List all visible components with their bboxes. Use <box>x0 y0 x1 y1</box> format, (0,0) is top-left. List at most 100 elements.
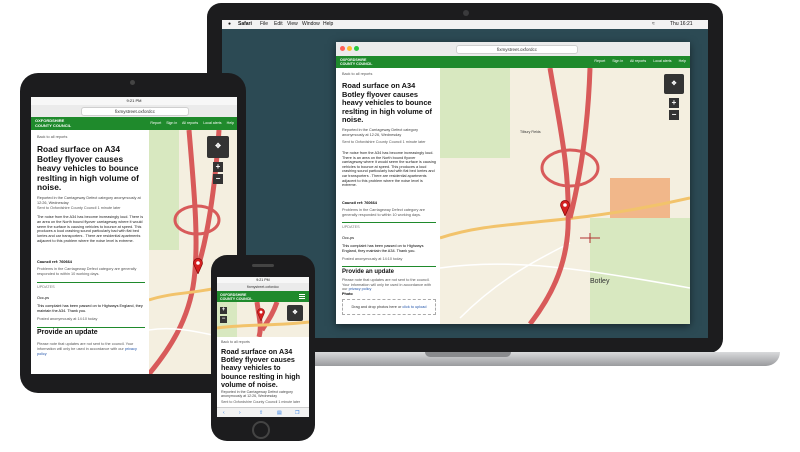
tablet-nav-report[interactable]: Report <box>150 121 161 125</box>
privacy-link[interactable]: privacy policy <box>349 287 372 291</box>
nav-all-reports[interactable]: All reports <box>630 59 646 63</box>
tablet-map-pin[interactable] <box>193 258 203 275</box>
map-pin[interactable] <box>560 200 570 217</box>
map-zoom-out[interactable]: − <box>669 110 679 120</box>
apple-icon[interactable]: ● <box>228 20 231 29</box>
back-arrow-icon[interactable]: ‹ <box>223 408 225 417</box>
tablet-nav-signin[interactable]: Sign in <box>166 121 177 125</box>
tablet-problems-note: Problems in the Carriageway Defect categ… <box>37 267 137 276</box>
map[interactable]: Botley Tilbury Fields ✥ + − <box>440 68 690 324</box>
phone-council-logo[interactable]: OXFORDSHIRE COUNTY COUNCIL <box>220 293 252 301</box>
menu-view[interactable]: View <box>287 20 298 29</box>
phone-logo-line-2: COUNTY COUNCIL <box>220 296 253 301</box>
tablet-report-sidebar: Back to all reports Road surface on A34 … <box>31 130 149 374</box>
update-text: This complaint has been passed on to Hig… <box>342 244 424 253</box>
tablet-site-nav: Report Sign in All reports Local alerts … <box>150 121 234 125</box>
minimize-dot[interactable] <box>347 46 352 51</box>
report-sidebar: Back to all reports Road surface on A34 … <box>336 68 440 324</box>
map-pan-control[interactable]: ✥ <box>664 74 684 94</box>
tablet-council-logo[interactable]: OXFORDSHIRE COUNTY COUNCIL <box>35 118 72 128</box>
upload-link[interactable]: click to upload <box>402 305 426 309</box>
phone-address-bar[interactable]: fixmystreet.oxfordcc <box>217 284 309 290</box>
tablet-map-zoom-out[interactable]: − <box>213 174 223 184</box>
report-body: The noise from the A34 has become increa… <box>342 151 436 188</box>
map-zoom-in[interactable]: + <box>669 98 679 108</box>
tablet-logo-line-2: COUNTY COUNCIL <box>35 122 72 128</box>
phone-report-sent: Sent to Oxfordshire County Council 1 min… <box>221 400 301 404</box>
tablet-report-sent: Sent to Oxfordshire County Council 1 min… <box>37 206 121 210</box>
logo-line-2: COUNTY COUNCIL <box>340 62 373 66</box>
tablet-map-pan-control[interactable]: ✥ <box>207 136 229 158</box>
provide-update-heading: Provide an update <box>342 266 436 275</box>
phone-map-pin[interactable] <box>257 308 265 322</box>
tablet-map-zoom-in[interactable]: + <box>213 162 223 172</box>
laptop-notch <box>425 352 511 357</box>
phone-screen: 9:21 PM fixmystreet.oxfordcc OXFORDSHIRE… <box>217 277 309 417</box>
bookmarks-icon[interactable]: ▤ <box>277 408 282 417</box>
nav-signin[interactable]: Sign in <box>612 59 623 63</box>
phone-map[interactable]: ✥ + − <box>217 302 309 337</box>
address-bar[interactable]: fixmystreet.oxfordcc <box>456 45 578 54</box>
update-posted: Posted anonymously at 14:10 today <box>342 257 403 261</box>
tablet-report-title: Road surface on A34 Botley flyover cause… <box>37 144 139 193</box>
phone-map-zoom-in[interactable]: + <box>220 307 227 314</box>
share-icon[interactable]: ⇧ <box>259 408 263 417</box>
zoom-dot[interactable] <box>354 46 359 51</box>
site-header: OXFORDSHIRE COUNTY COUNCIL Report Sign i… <box>336 56 690 68</box>
phone-clock: 9:21 PM <box>256 278 270 282</box>
tablet-status-bar: 9:21 PM <box>31 97 237 105</box>
tablet-update-text: This complaint has been passed on to Hig… <box>37 304 143 313</box>
nav-local-alerts[interactable]: Local alerts <box>653 59 671 63</box>
phone-speaker <box>252 264 274 267</box>
forward-arrow-icon[interactable]: › <box>239 408 241 417</box>
menu-help[interactable]: Help <box>323 20 333 29</box>
phone-back-link[interactable]: Back to all reports <box>221 340 250 344</box>
wifi-icon: ≈ <box>652 21 655 27</box>
back-link[interactable]: Back to all reports <box>342 72 372 77</box>
tablet-nav-all-reports[interactable]: All reports <box>182 121 198 125</box>
nav-help[interactable]: Help <box>679 59 686 63</box>
phone-report-title: Road surface on A34 Botley flyover cause… <box>221 347 301 389</box>
menu-clock: Thu 16:21 <box>670 21 693 27</box>
tablet-nav-local-alerts[interactable]: Local alerts <box>203 121 221 125</box>
photo-dropzone[interactable]: Drag and drop photos here or click to up… <box>342 299 436 315</box>
phone-map-pan-control[interactable]: ✥ <box>287 305 303 321</box>
tablet-camera <box>130 80 135 85</box>
tablet-back-link[interactable]: Back to all reports <box>37 135 67 140</box>
menu-app[interactable]: Safari <box>238 20 252 29</box>
nav-report[interactable]: Report <box>594 59 605 63</box>
close-dot[interactable] <box>340 46 345 51</box>
phone-safari-bottom-bar: ‹ › ⇧ ▤ ❐ <box>217 407 309 417</box>
tablet-provide-update-heading: Provide an update <box>37 327 145 336</box>
tablet-update-title: Occ-ps <box>37 296 50 300</box>
photo-label: Photo <box>342 292 353 296</box>
safari-window: fixmystreet.oxfordcc OXFORDSHIRE COUNTY … <box>336 42 690 324</box>
menu-file[interactable]: File <box>260 20 268 29</box>
problems-note: Problems in the Carriageway Defect categ… <box>342 208 425 217</box>
menu-edit[interactable]: Edit <box>274 20 283 29</box>
phone-map-zoom-out[interactable]: − <box>220 316 227 323</box>
report-title: Road surface on A34 Botley flyover cause… <box>342 81 432 125</box>
update-note: Please note that updates are not sent to… <box>342 278 436 292</box>
hamburger-menu-icon[interactable] <box>299 294 305 299</box>
place-label-tilbury: Tilbury Fields <box>520 130 541 134</box>
council-ref: Council ref: 760664 <box>342 201 377 205</box>
laptop-camera <box>463 10 469 16</box>
tablet-update-note: Please note that updates are not sent to… <box>37 342 145 356</box>
tablet-address-bar[interactable]: fixmystreet.oxfordcc <box>81 107 189 116</box>
drop-text: Drag and drop photos here or <box>351 305 402 309</box>
menu-window[interactable]: Window <box>302 20 320 29</box>
tablet-screen: 9:21 PM fixmystreet.oxfordcc OXFORDSHIRE… <box>31 97 237 374</box>
tablet-update-posted: Posted anonymously at 14:10 today <box>37 317 98 321</box>
tablet-nav-help[interactable]: Help <box>227 121 234 125</box>
mac-menu-bar: ● Safari File Edit View Window Help ≈ Th… <box>222 20 708 29</box>
site-nav: Report Sign in All reports Local alerts … <box>594 59 686 63</box>
phone-site-header: OXFORDSHIRE COUNTY COUNCIL <box>217 291 309 302</box>
tablet-site-header: OXFORDSHIRE COUNTY COUNCIL Report Sign i… <box>31 117 237 130</box>
phone-home-button[interactable] <box>252 421 270 439</box>
council-logo[interactable]: OXFORDSHIRE COUNTY COUNCIL <box>340 58 372 66</box>
tablet-updates-label: UPDATES <box>37 282 145 290</box>
report-sent: Sent to Oxfordshire County Council 1 min… <box>342 140 426 144</box>
update-title: Occ-ps <box>342 236 355 240</box>
tabs-icon[interactable]: ❐ <box>295 408 299 417</box>
